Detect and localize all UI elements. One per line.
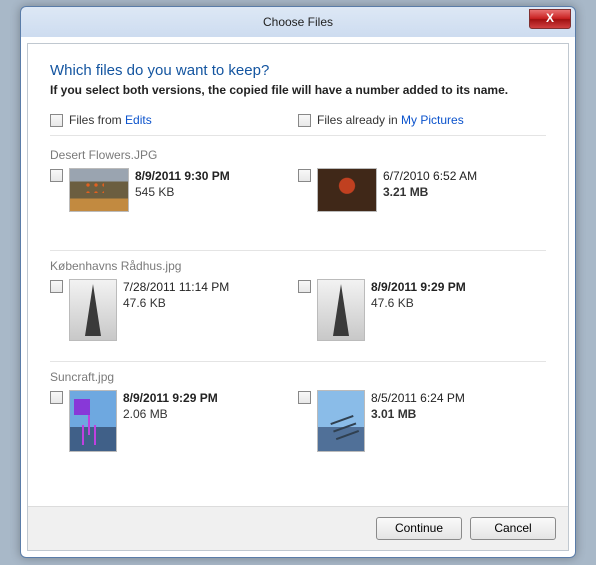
file-thumbnail[interactable] [317, 390, 365, 452]
select-file-checkbox[interactable] [298, 280, 311, 293]
file-size: 545 KB [135, 184, 230, 200]
file-thumbnail[interactable] [69, 390, 117, 452]
col-left-label: Files from Edits [69, 113, 152, 127]
file-date: 8/9/2011 9:29 PM [371, 279, 466, 295]
file-size: 47.6 KB [123, 295, 229, 311]
file-thumbnail[interactable] [69, 279, 117, 341]
close-icon: X [546, 11, 554, 25]
dialog-window: Choose Files X Which files do you want t… [20, 6, 576, 558]
file-info: 8/9/2011 9:30 PM545 KB [135, 168, 230, 200]
file-size: 3.01 MB [371, 406, 465, 422]
file-group: Københavns Rådhus.jpg7/28/2011 11:14 PM4… [50, 253, 546, 362]
file-info: 8/5/2011 6:24 PM3.01 MB [371, 390, 465, 422]
select-file-checkbox[interactable] [50, 280, 63, 293]
col-right-label: Files already in My Pictures [317, 113, 464, 127]
content-area: Which files do you want to keep? If you … [28, 44, 568, 506]
continue-button[interactable]: Continue [376, 517, 462, 540]
file-groups: Desert Flowers.JPG 8/9/2011 9:30 PM545 KB… [50, 142, 546, 472]
source-folder-link[interactable]: Edits [125, 113, 152, 127]
col-left-prefix: Files from [69, 113, 125, 127]
select-all-dest-checkbox[interactable] [298, 114, 311, 127]
file-info: 7/28/2011 11:14 PM47.6 KB [123, 279, 229, 311]
button-bar: Continue Cancel [28, 506, 568, 550]
file-date: 8/9/2011 9:29 PM [123, 390, 218, 406]
title-bar: Choose Files X [21, 7, 575, 37]
file-size: 3.21 MB [383, 184, 477, 200]
file-thumbnail[interactable] [317, 168, 377, 212]
file-info: 8/9/2011 9:29 PM47.6 KB [371, 279, 466, 311]
select-file-checkbox[interactable] [298, 391, 311, 404]
file-thumbnail[interactable] [317, 279, 365, 341]
file-size: 2.06 MB [123, 406, 218, 422]
select-all-source-checkbox[interactable] [50, 114, 63, 127]
select-file-checkbox[interactable] [298, 169, 311, 182]
select-file-checkbox[interactable] [50, 391, 63, 404]
file-date: 7/28/2011 11:14 PM [123, 279, 229, 295]
file-row: 8/9/2011 9:30 PM545 KB 6/7/2010 6:52 AM3.… [50, 168, 546, 238]
main-heading: Which files do you want to keep? [50, 62, 546, 79]
file-version-left: 7/28/2011 11:14 PM47.6 KB [50, 279, 298, 349]
sub-heading: If you select both versions, the copied … [50, 83, 546, 97]
select-file-checkbox[interactable] [50, 169, 63, 182]
file-size: 47.6 KB [371, 295, 466, 311]
file-group: Desert Flowers.JPG 8/9/2011 9:30 PM545 KB… [50, 142, 546, 251]
dialog-body: Which files do you want to keep? If you … [27, 43, 569, 551]
file-version-right: 8/9/2011 9:29 PM47.6 KB [298, 279, 546, 349]
file-date: 8/5/2011 6:24 PM [371, 390, 465, 406]
col-header-right: Files already in My Pictures [298, 113, 546, 127]
dest-folder-link[interactable]: My Pictures [401, 113, 464, 127]
file-version-right: 8/5/2011 6:24 PM3.01 MB [298, 390, 546, 460]
file-row: 8/9/2011 9:29 PM2.06 MB 8/5/2011 6:24 PM3… [50, 390, 546, 460]
col-right-prefix: Files already in [317, 113, 401, 127]
file-info: 6/7/2010 6:52 AM3.21 MB [383, 168, 477, 200]
file-version-right: 6/7/2010 6:52 AM3.21 MB [298, 168, 546, 238]
file-name: Desert Flowers.JPG [50, 148, 546, 162]
file-group: Suncraft.jpg 8/9/2011 9:29 PM2.06 MB 8/5/2… [50, 364, 546, 472]
file-date: 6/7/2010 6:52 AM [383, 168, 477, 184]
cancel-button[interactable]: Cancel [470, 517, 556, 540]
window-title: Choose Files [263, 15, 333, 29]
close-button[interactable]: X [529, 9, 571, 29]
file-thumbnail[interactable] [69, 168, 129, 212]
file-name: Suncraft.jpg [50, 370, 546, 384]
col-header-left: Files from Edits [50, 113, 298, 127]
file-info: 8/9/2011 9:29 PM2.06 MB [123, 390, 218, 422]
file-row: 7/28/2011 11:14 PM47.6 KB8/9/2011 9:29 P… [50, 279, 546, 349]
file-date: 8/9/2011 9:30 PM [135, 168, 230, 184]
file-version-left: 8/9/2011 9:29 PM2.06 MB [50, 390, 298, 460]
column-headers: Files from Edits Files already in My Pic… [50, 113, 546, 136]
file-name: Københavns Rådhus.jpg [50, 259, 546, 273]
file-version-left: 8/9/2011 9:30 PM545 KB [50, 168, 298, 238]
